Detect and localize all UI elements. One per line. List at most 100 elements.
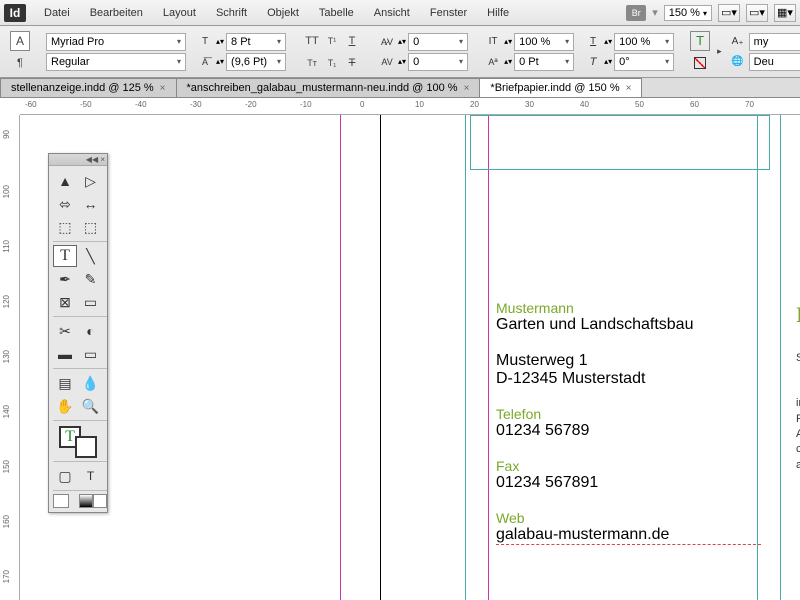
address-line: D-12345 Musterstadt: [496, 370, 761, 388]
free-transform-tool-icon[interactable]: ◐: [79, 320, 103, 342]
page-tool-icon[interactable]: ⬄: [53, 193, 77, 215]
font-style-select[interactable]: Regular▾: [46, 53, 186, 71]
line-tool-icon[interactable]: ╲: [79, 245, 103, 267]
horizontal-ruler[interactable]: -60 -50 -40 -30 -20 -10 0 10 20 30 40 50…: [20, 98, 800, 115]
direct-selection-tool-icon[interactable]: ▷: [79, 170, 103, 192]
fax-label: Fax: [496, 458, 761, 474]
underline-icon[interactable]: T: [342, 31, 362, 51]
tab-briefpapier[interactable]: *Briefpapier.indd @ 150 %×: [479, 78, 642, 97]
text-frame[interactable]: [470, 115, 770, 170]
address-line: Musterweg 1: [496, 352, 761, 370]
body-line: Aene: [796, 427, 800, 442]
leading-input[interactable]: (9,6 Pt)▾: [226, 53, 286, 71]
chevron-right-icon[interactable]: ▸: [716, 42, 723, 62]
web-value: galabau-mustermann.de: [496, 526, 761, 545]
content-placer-icon[interactable]: ⬚: [79, 216, 103, 238]
menu-objekt[interactable]: Objekt: [257, 7, 309, 19]
body-heading: Ich b: [796, 300, 800, 331]
margin-guide[interactable]: [340, 115, 341, 600]
apply-color-icon[interactable]: [53, 494, 69, 508]
rectangle-frame-tool-icon[interactable]: ⊠: [53, 291, 77, 313]
bridge-icon[interactable]: Br: [626, 5, 646, 21]
tools-panel[interactable]: ◀◀ × ▲ ▷ ⬄ ↔ ⬚ ⬚ T ╲ ✒ ✎ ⊠ ▭ ✂ ◐ ▬ ▭: [48, 153, 108, 513]
menu-layout[interactable]: Layout: [153, 7, 206, 19]
font-family-select[interactable]: Myriad Pro▾: [46, 33, 186, 51]
gradient-feather-tool-icon[interactable]: ▭: [79, 343, 103, 365]
letterhead-text-frame[interactable]: Mustermann Garten und Landschaftsbau Mus…: [496, 300, 761, 545]
body-text-frame[interactable]: Ich b Sehr integ Praes Aene cursu ac cu: [796, 300, 800, 473]
kerning-input[interactable]: 0▾: [408, 33, 468, 51]
type-tool-icon[interactable]: T: [53, 245, 77, 267]
fill-color-icon[interactable]: T: [690, 31, 710, 51]
vertical-ruler[interactable]: 90 100 110 120 130 140 150 160 170: [0, 115, 20, 600]
panel-collapse-icon[interactable]: ◀◀ ×: [49, 154, 107, 166]
smallcaps-icon[interactable]: Tᴛ: [302, 53, 322, 73]
menu-schrift[interactable]: Schrift: [206, 7, 257, 19]
close-icon[interactable]: ×: [464, 83, 470, 94]
body-line: Praes: [796, 412, 800, 427]
superscript-icon[interactable]: T¹: [322, 31, 342, 51]
menu-tabelle[interactable]: Tabelle: [309, 7, 364, 19]
phone-label: Telefon: [496, 406, 761, 422]
zoom-tool-icon[interactable]: 🔍: [79, 395, 103, 417]
screen-mode-icon[interactable]: ▭▾: [746, 4, 768, 22]
baseline-icon: Aª: [484, 53, 502, 71]
apply-none-icon[interactable]: [93, 494, 107, 508]
tab-stellenanzeige[interactable]: stellenanzeige.indd @ 125 %×: [0, 78, 177, 97]
stroke-color-icon[interactable]: [690, 53, 710, 73]
baseline-input[interactable]: 0 Pt▾: [514, 53, 574, 71]
allcaps-icon[interactable]: TT: [302, 31, 322, 51]
hand-tool-icon[interactable]: ✋: [53, 395, 77, 417]
language-select[interactable]: Deu: [749, 53, 800, 71]
font-size-input[interactable]: 8 Pt▾: [226, 33, 286, 51]
menu-hilfe[interactable]: Hilfe: [477, 7, 519, 19]
gradient-swatch-tool-icon[interactable]: ▬: [53, 343, 77, 365]
subscript-icon[interactable]: T₁: [322, 53, 342, 73]
formatting-text-icon[interactable]: T: [79, 465, 103, 487]
menu-fenster[interactable]: Fenster: [420, 7, 477, 19]
gap-tool-icon[interactable]: ↔: [79, 193, 103, 215]
hscale-input[interactable]: 100 %▾: [614, 33, 674, 51]
tab-anschreiben[interactable]: *anschreiben_galabau_mustermann-neu.indd…: [176, 78, 481, 97]
column-guide[interactable]: [780, 115, 781, 600]
char-format-icon[interactable]: A: [10, 31, 30, 51]
pen-tool-icon[interactable]: ✒: [53, 268, 77, 290]
close-icon[interactable]: ×: [160, 83, 166, 94]
font-size-icon: T: [196, 33, 214, 51]
skew-input[interactable]: 0°▾: [614, 53, 674, 71]
apply-gradient-icon[interactable]: [79, 494, 93, 508]
leading-icon: A͞: [196, 53, 214, 71]
hscale-icon: T: [584, 33, 602, 51]
fill-stroke-swatch[interactable]: T: [53, 424, 103, 458]
vscale-input[interactable]: 100 %▾: [514, 33, 574, 51]
content-collector-icon[interactable]: ⬚: [53, 216, 77, 238]
close-icon[interactable]: ×: [626, 83, 632, 94]
company-sub: Garten und Landschaftsbau: [496, 316, 761, 334]
skew-icon: T: [584, 53, 602, 71]
para-format-icon[interactable]: ¶: [10, 53, 30, 73]
margin-guide[interactable]: [488, 115, 489, 600]
arrange-docs-icon[interactable]: ▦▾: [774, 4, 796, 22]
document-canvas[interactable]: Mustermann Garten und Landschaftsbau Mus…: [20, 115, 800, 600]
rectangle-tool-icon[interactable]: ▭: [79, 291, 103, 313]
menu-ansicht[interactable]: Ansicht: [364, 7, 420, 19]
pencil-tool-icon[interactable]: ✎: [79, 268, 103, 290]
lang-icon: 🌐: [729, 53, 747, 71]
scissors-tool-icon[interactable]: ✂: [53, 320, 77, 342]
phone-value: 01234 56789: [496, 422, 761, 440]
column-guide[interactable]: [465, 115, 466, 600]
selection-tool-icon[interactable]: ▲: [53, 170, 77, 192]
note-tool-icon[interactable]: ▤: [53, 372, 77, 394]
body-line: Sehr: [796, 351, 800, 366]
eyedropper-tool-icon[interactable]: 💧: [79, 372, 103, 394]
charstyle-search[interactable]: my: [749, 33, 800, 51]
charstyle-icon: A₊: [729, 33, 747, 51]
zoom-select[interactable]: 150 % ▾: [664, 5, 712, 21]
view-mode-icon[interactable]: ▭▾: [718, 4, 740, 22]
tracking-input[interactable]: 0▾: [408, 53, 468, 71]
formatting-container-icon[interactable]: ▢: [53, 465, 77, 487]
page-boundary: [380, 115, 381, 600]
menu-datei[interactable]: Datei: [34, 7, 80, 19]
strikethrough-icon[interactable]: T: [342, 53, 362, 73]
menu-bearbeiten[interactable]: Bearbeiten: [80, 7, 153, 19]
